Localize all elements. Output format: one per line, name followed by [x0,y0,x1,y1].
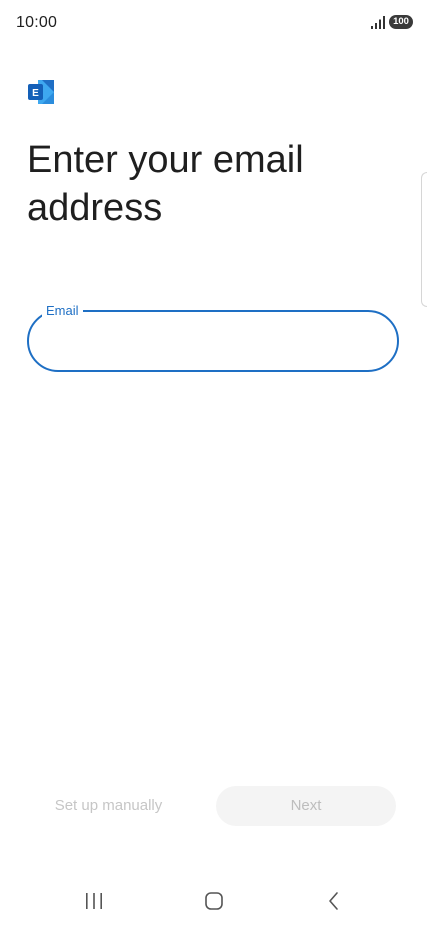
status-time: 10:00 [16,14,58,31]
edge-panel-handle[interactable] [421,172,427,307]
status-bar: 10:00 100 [0,0,427,48]
home-button[interactable] [194,886,234,916]
exchange-logo-letter: E [32,88,39,99]
recents-button[interactable] [74,886,114,916]
back-icon [329,892,338,910]
navigation-bar [0,876,427,926]
screen: 10:00 100 E Enter your email address Ema… [0,0,427,926]
signal-icon [371,15,385,29]
email-field-label: Email [42,303,83,319]
home-icon [205,892,223,910]
battery-icon: 100 [389,15,413,29]
recents-icon [86,893,102,909]
setup-manually-button[interactable]: Set up manually [30,786,187,826]
next-button[interactable]: Next [216,786,396,826]
email-input[interactable] [49,326,373,358]
status-indicators: 100 [371,15,413,29]
exchange-logo-icon: E [28,80,54,104]
back-button[interactable] [314,886,354,916]
page-title: Enter your email address [27,139,304,229]
email-field[interactable]: Email [27,303,399,372]
